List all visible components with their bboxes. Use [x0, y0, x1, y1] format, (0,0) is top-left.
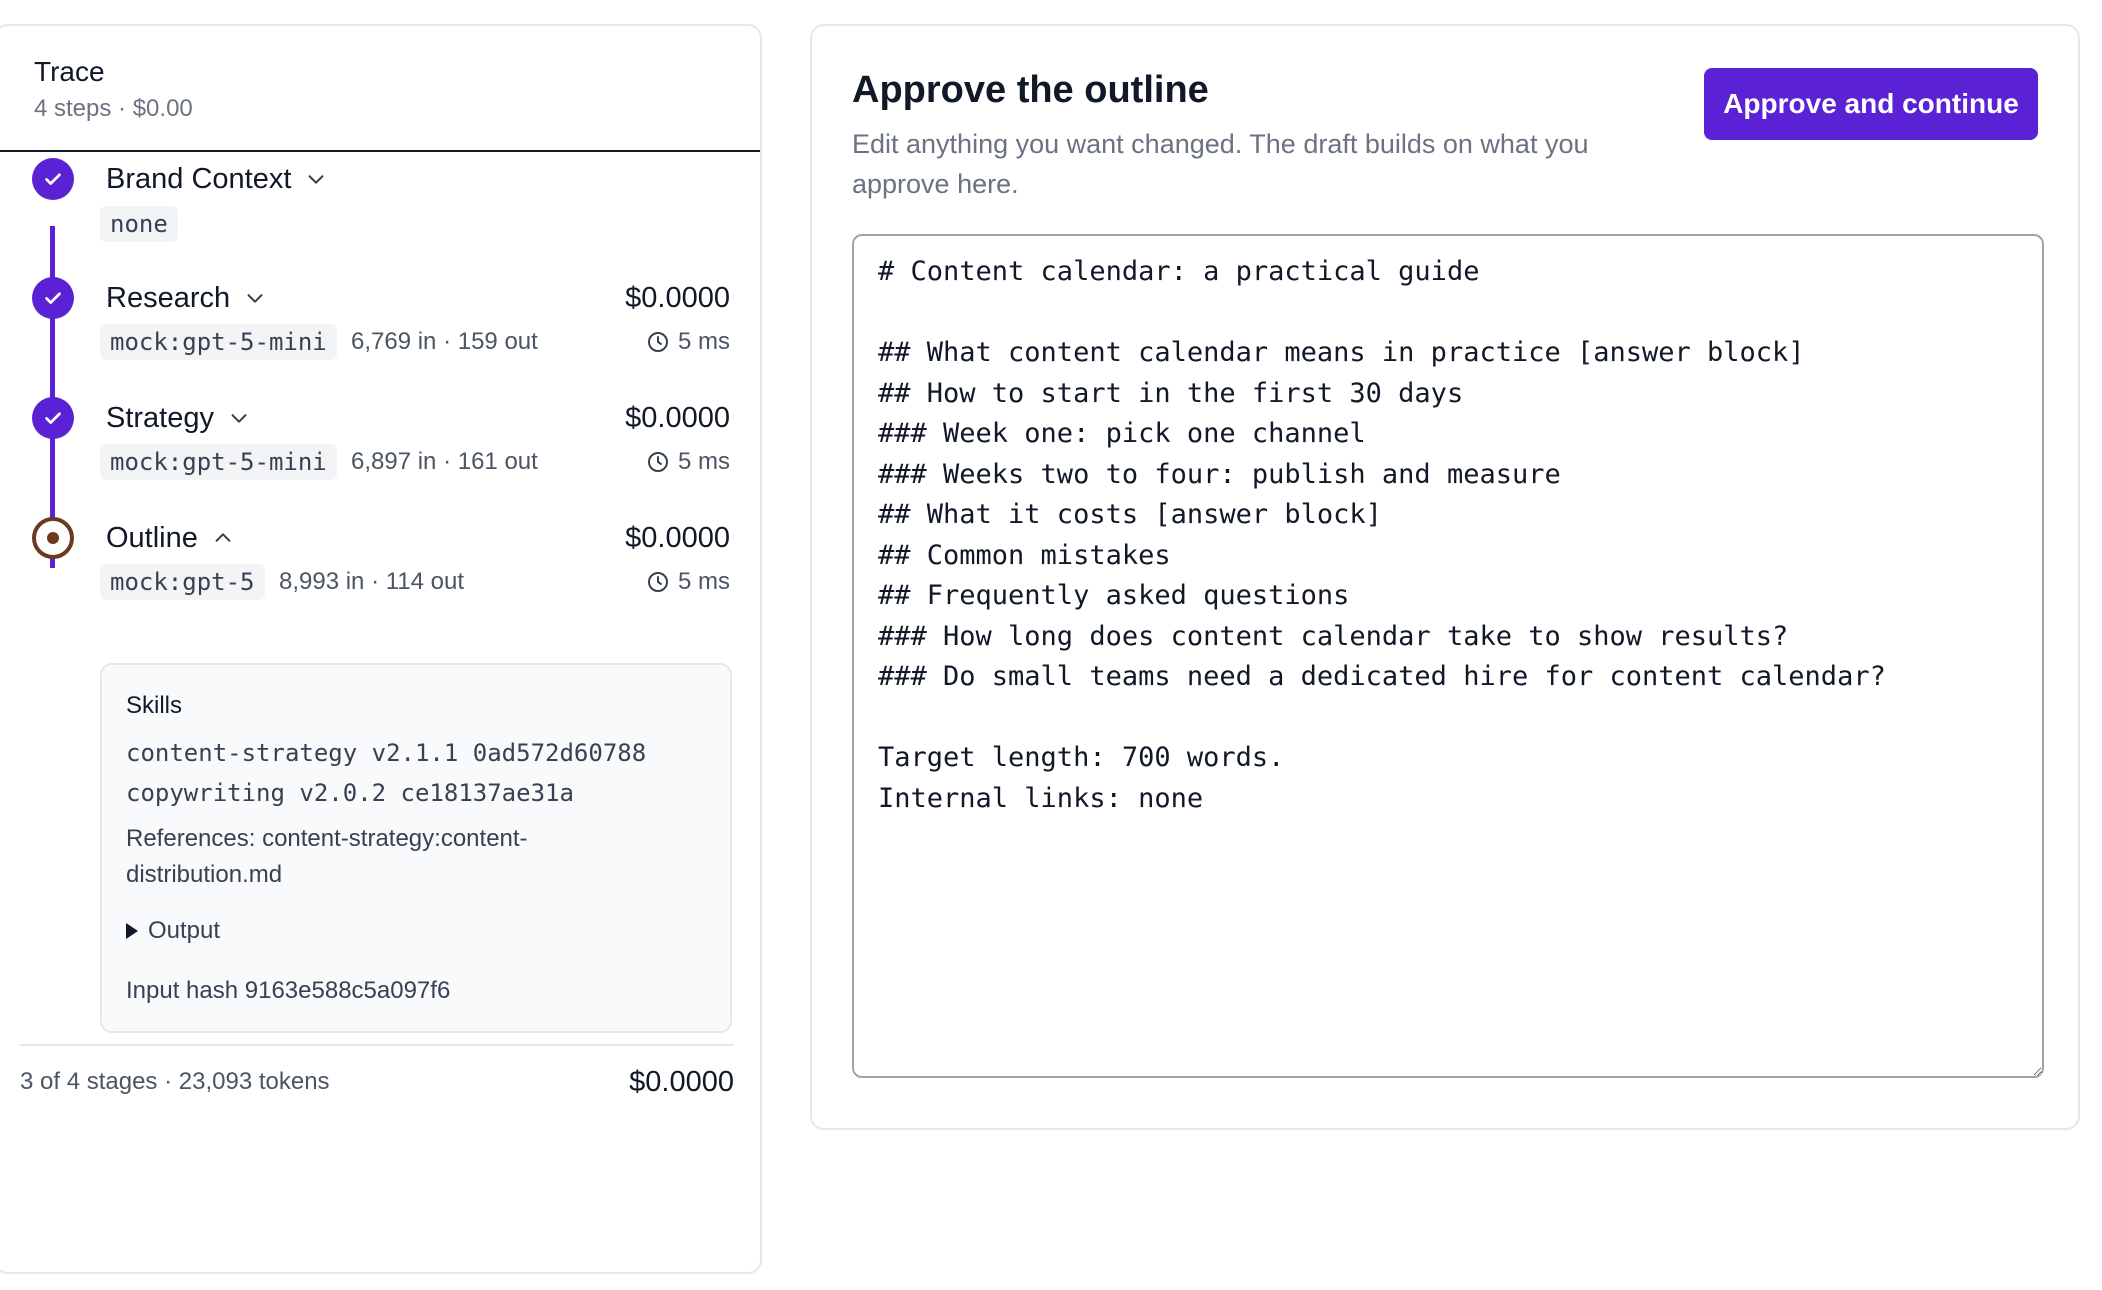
- step-name: Research: [106, 282, 231, 314]
- step-cost: $0.0000: [625, 402, 730, 434]
- approve-description: Edit anything you want changed. The draf…: [852, 129, 1589, 199]
- step-toggle-brand-context[interactable]: Brand Context: [106, 161, 327, 197]
- approve-panel: Approve the outline Edit anything you wa…: [810, 24, 2080, 1130]
- step-name: Outline: [106, 522, 198, 554]
- step-toggle-research[interactable]: Research: [106, 280, 266, 316]
- skills-heading: Skills: [126, 692, 183, 719]
- check-icon: [32, 397, 74, 439]
- app-root: Trace 4 steps · $0.00 Brand Context none: [0, 0, 2102, 1290]
- clock-icon: [647, 572, 668, 592]
- step-name: Brand Context: [106, 163, 292, 195]
- footer-summary: 3 of 4 stages · 23,093 tokens: [20, 1068, 330, 1095]
- token-count: 6,897 in · 161 out: [351, 448, 538, 475]
- step-name: Strategy: [106, 402, 214, 434]
- duration-value: 5 ms: [677, 568, 730, 595]
- token-count: 8,993 in · 114 out: [279, 568, 465, 595]
- chevron-down-icon: [231, 414, 247, 423]
- trace-summary: 4 steps · $0.00: [34, 95, 193, 122]
- trace-header: Trace 4 steps · $0.00: [0, 26, 760, 152]
- step-toggle-strategy[interactable]: Strategy: [106, 400, 250, 436]
- approve-button[interactable]: Approve and continue: [1704, 68, 2038, 140]
- input-hash: Input hash 9163e588c5a097f6: [126, 977, 451, 1004]
- step-details-panel: Skills content-strategy v2.1.1 0ad572d60…: [100, 663, 732, 1033]
- brand-context-value: none: [100, 206, 178, 242]
- outline-editor[interactable]: # Content calendar: a practical guide ##…: [852, 234, 2044, 1078]
- step-duration: 5 ms: [646, 444, 730, 480]
- step-cost: $0.0000: [625, 522, 730, 554]
- trace-footer: 3 of 4 stages · 23,093 tokens $0.0000: [20, 1044, 734, 1100]
- references-text: References: content-strategy:content-dis…: [126, 825, 528, 888]
- output-label: Output: [148, 917, 221, 944]
- model-badge: mock:gpt-5: [100, 564, 265, 600]
- chevron-down-icon: [247, 294, 263, 303]
- step-duration: 5 ms: [646, 324, 730, 360]
- footer-total-cost: $0.0000: [629, 1066, 734, 1098]
- model-badge: mock:gpt-5-mini: [100, 324, 337, 360]
- trace-panel: Trace 4 steps · $0.00 Brand Context none: [0, 24, 762, 1274]
- model-badge: mock:gpt-5-mini: [100, 444, 337, 480]
- current-step-icon: [32, 517, 74, 559]
- skill-item: copywriting v2.0.2 ce18137ae31a: [126, 779, 574, 807]
- output-disclosure[interactable]: Output: [126, 915, 706, 947]
- clock-icon: [647, 332, 668, 352]
- step-duration: 5 ms: [646, 564, 730, 600]
- duration-value: 5 ms: [677, 328, 730, 355]
- chevron-down-icon: [308, 175, 324, 184]
- skill-item: content-strategy v2.1.1 0ad572d60788: [126, 739, 647, 767]
- page-title: Approve the outline: [852, 69, 1209, 111]
- token-count: 6,769 in · 159 out: [351, 328, 538, 355]
- trace-title: Trace: [34, 56, 105, 87]
- clock-icon: [647, 452, 668, 472]
- check-icon: [32, 158, 74, 200]
- check-icon: [32, 277, 74, 319]
- step-cost: $0.0000: [625, 282, 730, 314]
- step-toggle-outline[interactable]: Outline: [106, 520, 234, 556]
- triangle-right-icon: [126, 923, 138, 939]
- duration-value: 5 ms: [677, 448, 730, 475]
- chevron-up-icon: [215, 533, 231, 542]
